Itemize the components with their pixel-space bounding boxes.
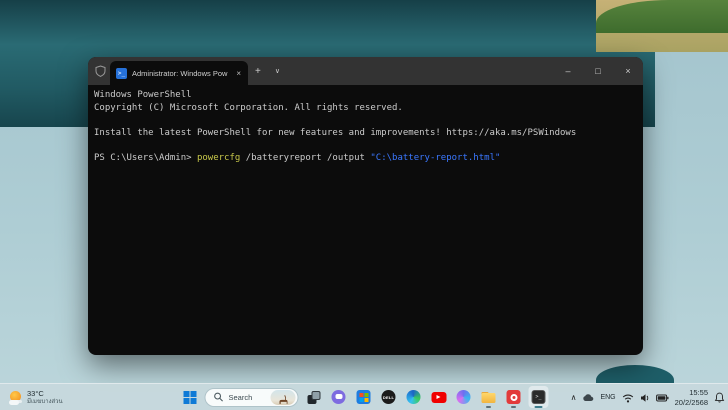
deer-image-icon xyxy=(279,394,287,404)
microsoft-store-icon xyxy=(356,390,371,404)
copilot-button[interactable] xyxy=(454,386,474,408)
terminal-app-button[interactable]: >_ xyxy=(528,386,549,408)
search-label: Search xyxy=(228,392,253,402)
terminal-prompt-line: PS C:\Users\Admin> powercfg /batteryrepo… xyxy=(94,152,643,165)
youtube-icon xyxy=(431,391,446,403)
running-indicator xyxy=(511,406,516,408)
terminal-banner-line1: Windows PowerShell xyxy=(94,90,192,100)
youtube-button[interactable] xyxy=(429,386,449,408)
running-indicator xyxy=(486,406,491,408)
close-button[interactable]: × xyxy=(613,57,643,85)
red-app-icon xyxy=(506,390,521,404)
desktop: >_ Administrator: Windows Pow × + ∨ – □ … xyxy=(0,0,728,410)
search-icon xyxy=(214,392,223,402)
clock-time: 15:55 xyxy=(689,388,708,398)
terminal-banner-line2: Copyright (C) Microsoft Corporation. All… xyxy=(94,102,403,113)
taskbar-center: Search DELL >_ xyxy=(180,384,549,410)
terminal-update-line: Install the latest PowerShell for new fe… xyxy=(94,127,577,138)
task-view-icon xyxy=(307,390,320,404)
titlebar-drag-area[interactable] xyxy=(287,57,553,85)
taskbar: 33°C มีเมฆบางส่วน Search DELL >_ ∧ ENG 1… xyxy=(0,383,728,410)
prompt-text: PS C:\Users\Admin> xyxy=(94,152,197,163)
language-indicator[interactable]: ENG xyxy=(600,394,615,401)
notification-bell-icon[interactable] xyxy=(714,392,725,403)
edge-icon xyxy=(406,390,421,404)
battery-icon[interactable] xyxy=(655,393,669,403)
minimize-button[interactable]: – xyxy=(553,57,583,85)
maximize-button[interactable]: □ xyxy=(583,57,613,85)
file-explorer-icon xyxy=(481,391,496,403)
new-tab-button[interactable]: + xyxy=(248,66,268,77)
terminal-output[interactable]: Windows PowerShell Copyright (C) Microso… xyxy=(88,85,643,164)
weather-sun-cloud-icon xyxy=(9,390,23,405)
wallpaper-pond xyxy=(596,365,674,383)
system-tray: ∧ ENG 15:55 20/2/2568 xyxy=(571,384,725,410)
argument-tokens: /batteryreport /output xyxy=(240,152,371,163)
clock-date: 20/2/2568 xyxy=(674,397,708,407)
terminal-tab[interactable]: >_ Administrator: Windows Pow × xyxy=(110,61,248,85)
weather-widget[interactable]: 33°C มีเมฆบางส่วน xyxy=(5,384,67,410)
wifi-icon[interactable] xyxy=(622,393,634,403)
admin-shield-icon xyxy=(88,57,110,85)
weather-condition: มีเมฆบางส่วน xyxy=(27,398,63,405)
edge-button[interactable] xyxy=(404,386,424,408)
tab-dropdown-button[interactable]: ∨ xyxy=(268,67,287,75)
file-explorer-button[interactable] xyxy=(479,386,499,408)
red-app-button[interactable] xyxy=(504,386,524,408)
search-highlight-image[interactable] xyxy=(270,389,296,405)
running-indicator-active xyxy=(534,406,543,408)
task-view-button[interactable] xyxy=(304,386,324,408)
volume-icon[interactable] xyxy=(640,393,650,403)
terminal-icon: >_ xyxy=(531,390,546,404)
command-token: powercfg xyxy=(196,152,241,163)
onedrive-cloud-icon[interactable] xyxy=(582,393,594,402)
copilot-icon xyxy=(456,390,471,404)
terminal-window: >_ Administrator: Windows Pow × + ∨ – □ … xyxy=(88,57,643,355)
powershell-icon: >_ xyxy=(116,67,127,79)
string-argument-token: "C:\battery-report.html" xyxy=(370,152,501,163)
dell-app-button[interactable]: DELL xyxy=(379,386,399,408)
hidden-icons-chevron[interactable]: ∧ xyxy=(571,393,577,402)
search-box[interactable]: Search xyxy=(204,387,299,407)
start-button[interactable] xyxy=(180,386,200,408)
chat-icon xyxy=(331,390,346,404)
chat-button[interactable] xyxy=(329,386,349,408)
windows-logo-icon xyxy=(183,390,196,404)
terminal-titlebar[interactable]: >_ Administrator: Windows Pow × + ∨ – □ … xyxy=(88,57,643,85)
clock[interactable]: 15:55 20/2/2568 xyxy=(675,388,708,407)
microsoft-store-button[interactable] xyxy=(354,386,374,408)
tab-close-icon[interactable]: × xyxy=(235,69,242,78)
tab-title: Administrator: Windows Pow xyxy=(132,68,228,78)
dell-icon: DELL xyxy=(381,390,396,404)
weather-temperature: 33°C xyxy=(27,389,44,399)
